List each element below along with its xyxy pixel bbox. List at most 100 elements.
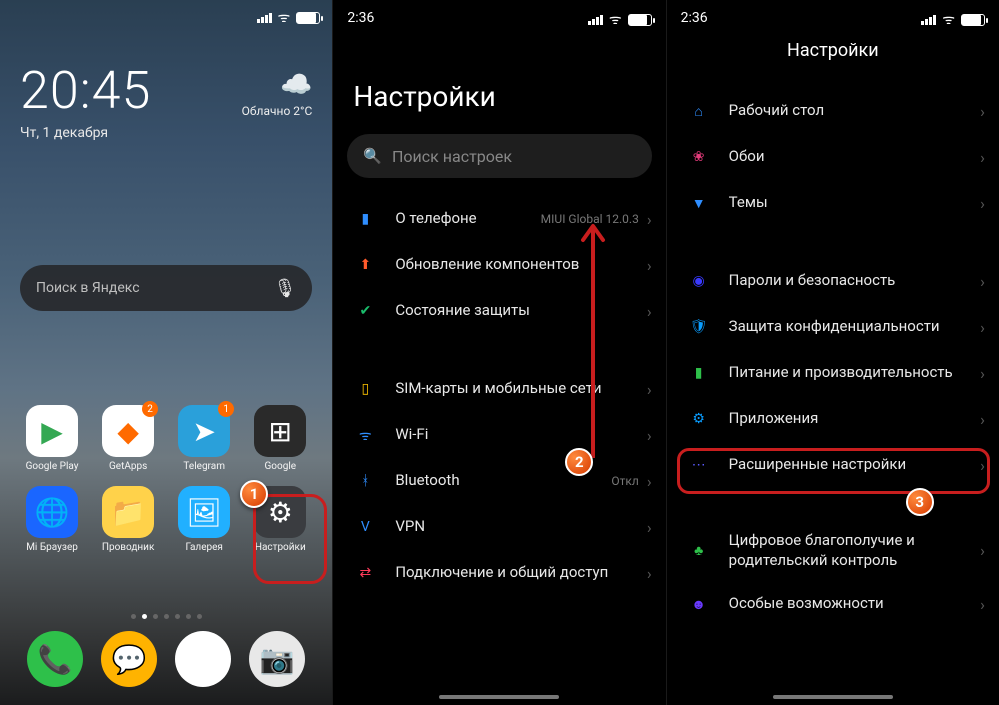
page-title: Настройки [353, 80, 495, 113]
yandex-search-bar[interactable]: Поиск в Яндекс 🎙 [20, 265, 312, 311]
search-placeholder: Поиск в Яндекс [36, 280, 273, 296]
app-google-folder[interactable]: ⊞Google [246, 405, 314, 472]
chevron-right-icon: › [980, 410, 985, 429]
signal-icon [588, 15, 603, 25]
settings-row-advanced[interactable]: ⋯ Расширенные настройки› [667, 442, 999, 488]
settings-scrolled: 2:36 ᯤ Настройки ⌂Рабочий стол›❀Обои›▼Те… [666, 0, 999, 705]
home-screen: ᯤ 20:45 Чт, 1 декабря ☁️ Облачно 2°C Пои… [0, 0, 332, 705]
wallpaper-icon: ❀ [687, 145, 711, 169]
settings-row-themes[interactable]: ▼Темы› [667, 180, 999, 226]
gallery-icon: 🖼 [178, 486, 230, 538]
weather-icon: ☁️ [242, 70, 313, 100]
row-label: Расширенные настройки [729, 455, 981, 475]
camera-icon: 📷 [249, 631, 305, 687]
status-time: 2:36 [681, 10, 708, 26]
battery-icon [961, 14, 985, 26]
chevron-right-icon: › [980, 595, 985, 614]
settings-row-accessibility[interactable]: ☻Особые возможности› [667, 581, 999, 627]
settings-row-security[interactable]: ✔Состояние защиты› [333, 288, 665, 334]
google-folder-icon: ⊞ [254, 405, 306, 457]
advanced-icon: ⋯ [687, 453, 711, 477]
app-google-play[interactable]: ▶Google Play [18, 405, 86, 472]
accessibility-icon: ☻ [687, 592, 711, 616]
page-indicator [0, 614, 332, 619]
weather-widget[interactable]: ☁️ Облачно 2°C [242, 70, 313, 118]
signal-icon [257, 13, 272, 23]
settings-row-vpn[interactable]: VVPN› [333, 504, 665, 550]
clock-widget[interactable]: 20:45 Чт, 1 декабря [20, 60, 151, 141]
dock-phone[interactable]: 📞 [18, 631, 92, 687]
chevron-right-icon: › [980, 318, 985, 337]
app-label: Галерея [185, 542, 222, 553]
chevron-right-icon: › [647, 426, 652, 445]
row-label: Обновление компонентов [395, 255, 647, 275]
row-label: SIM-карты и мобильные сети [395, 379, 647, 399]
settings-row-bluetooth[interactable]: ᚼBluetoothОткл› [333, 458, 665, 504]
dock-chrome[interactable]: ◉ [166, 631, 240, 687]
phone-icon: 📞 [27, 631, 83, 687]
status-bar: ᯤ [588, 10, 652, 29]
settings-row-sim[interactable]: ▯SIM-карты и мобильные сети› [333, 366, 665, 412]
app-label: GetApps [109, 461, 147, 472]
security-icon: ✔ [353, 299, 377, 323]
settings-app-icon: ⚙ [254, 486, 306, 538]
messages-icon: 💬 [101, 631, 157, 687]
chevron-right-icon: › [980, 194, 985, 213]
settings-row-wellbeing[interactable]: ♣Цифровое благополучие и родительский ко… [667, 520, 999, 581]
sim-icon: ▯ [353, 377, 377, 401]
settings-row-apps[interactable]: ⚙Приложения› [667, 396, 999, 442]
app-getapps[interactable]: ◆2 GetApps [94, 405, 162, 472]
chevron-right-icon: › [647, 518, 652, 537]
settings-row-wallpaper[interactable]: ❀Обои› [667, 134, 999, 180]
dock-camera[interactable]: 📷 [240, 631, 314, 687]
settings-row-battery[interactable]: ▮Питание и производительность› [667, 350, 999, 396]
notification-badge: 2 [142, 401, 158, 417]
app-label: Telegram [183, 461, 225, 472]
status-bar: ᯤ [921, 10, 985, 29]
settings-section: ▯SIM-карты и мобильные сети›ᯤWi-Fi›ᚼBlue… [333, 360, 665, 602]
themes-icon: ▼ [687, 191, 711, 215]
row-label: Цифровое благополучие и родительский кон… [729, 531, 981, 570]
settings-list[interactable]: ⌂Рабочий стол›❀Обои›▼Темы› ◉Пароли и безо… [667, 82, 999, 705]
chevron-right-icon: › [980, 456, 985, 475]
settings-row-about[interactable]: ▮О телефонеMIUI Global 12.0.3› [333, 196, 665, 242]
getapps-icon: ◆2 [102, 405, 154, 457]
settings-section: ◉Пароли и безопасность›🛡Защита конфиденц… [667, 252, 999, 494]
dock: 📞 💬◉📷 [0, 631, 332, 687]
chevron-right-icon: › [980, 541, 985, 560]
mic-icon[interactable]: 🎙 [273, 278, 296, 299]
settings-list[interactable]: ▮О телефонеMIUI Global 12.0.3›⬆Обновлени… [333, 190, 665, 705]
settings-row-update[interactable]: ⬆Обновление компонентов› [333, 242, 665, 288]
settings-main: 2:36 ᯤ Настройки 🔍 Поиск настроек ▮О тел… [332, 0, 665, 705]
about-icon: ▮ [353, 207, 377, 231]
settings-row-wifi[interactable]: ᯤWi-Fi› [333, 412, 665, 458]
privacy-icon: 🛡 [687, 315, 711, 339]
settings-row-connection[interactable]: ⇄Подключение и общий доступ› [333, 550, 665, 596]
settings-row-home[interactable]: ⌂Рабочий стол› [667, 88, 999, 134]
app-mi-browser[interactable]: 🌐Mi Браузер [18, 486, 86, 553]
app-settings-app[interactable]: ⚙Настройки [246, 486, 314, 553]
settings-search[interactable]: 🔍 Поиск настроек [347, 134, 651, 178]
app-grid: ▶Google Play ◆2 GetApps ➤1Telegram⊞Google 🌐M… [0, 405, 332, 553]
app-telegram[interactable]: ➤1Telegram [170, 405, 238, 472]
row-label: Состояние защиты [395, 301, 647, 321]
row-label: О телефоне [395, 209, 540, 229]
search-icon: 🔍 [363, 147, 382, 165]
chevron-right-icon: › [647, 472, 652, 491]
app-label: Проводник [102, 542, 155, 553]
settings-row-passwords[interactable]: ◉Пароли и безопасность› [667, 258, 999, 304]
chevron-right-icon: › [980, 148, 985, 167]
weather-text: Облачно 2°C [242, 104, 313, 118]
file-manager-icon: 📁 [102, 486, 154, 538]
wifi-icon: ᯤ [278, 8, 291, 27]
app-gallery[interactable]: 🖼 Галерея [170, 486, 238, 553]
settings-row-privacy[interactable]: 🛡Защита конфиденциальности› [667, 304, 999, 350]
gesture-bar[interactable] [439, 695, 559, 699]
dock-messages[interactable]: 💬 [92, 631, 166, 687]
gesture-bar[interactable] [773, 695, 893, 699]
app-file-manager[interactable]: 📁 Проводник [94, 486, 162, 553]
chevron-right-icon: › [980, 102, 985, 121]
status-bar: ᯤ [257, 8, 321, 27]
wifi-icon: ᯤ [609, 10, 622, 29]
chevron-right-icon: › [647, 564, 652, 583]
